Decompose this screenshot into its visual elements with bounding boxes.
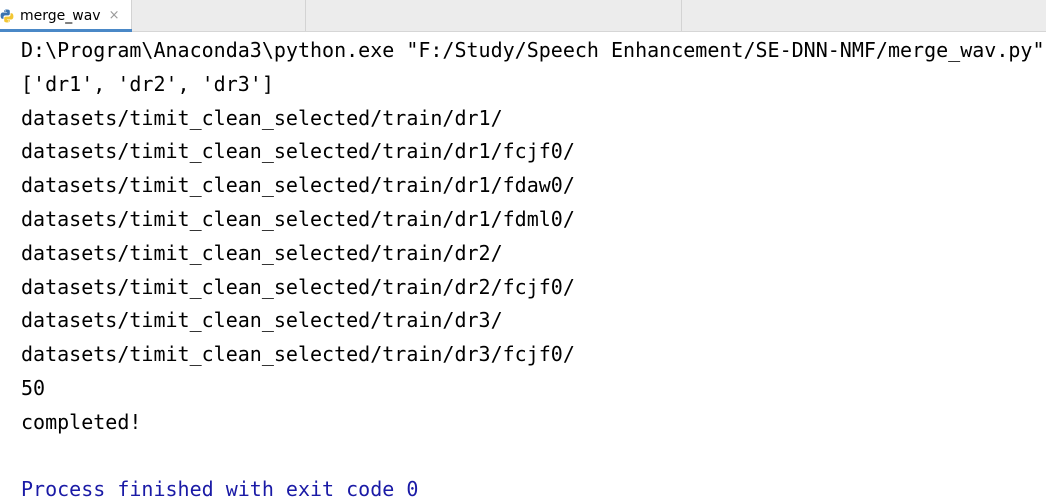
run-console-window: merge_wav × D:\Program\Anaconda3\python.… bbox=[0, 0, 1046, 504]
console-output[interactable]: D:\Program\Anaconda3\python.exe "F:/Stud… bbox=[0, 32, 1046, 504]
tab-label: merge_wav bbox=[20, 7, 101, 24]
command-line: D:\Program\Anaconda3\python.exe "F:/Stud… bbox=[21, 38, 1045, 62]
console-line: datasets/timit_clean_selected/train/dr1/… bbox=[21, 139, 575, 164]
console-line: completed! bbox=[21, 409, 142, 434]
tab-bar-divider bbox=[681, 0, 682, 31]
console-line: datasets/timit_clean_selected/train/dr1/… bbox=[21, 206, 575, 231]
console-line: datasets/timit_clean_selected/train/dr2/ bbox=[21, 240, 503, 265]
python-file-icon bbox=[0, 9, 14, 23]
tab-bar-divider bbox=[305, 0, 306, 31]
console-line: datasets/timit_clean_selected/train/dr3/… bbox=[21, 342, 575, 367]
console-line: datasets/timit_clean_selected/train/dr1/… bbox=[21, 173, 575, 198]
console-line: datasets/timit_clean_selected/train/dr3/ bbox=[21, 308, 503, 333]
console-line: datasets/timit_clean_selected/train/dr1/ bbox=[21, 105, 503, 130]
console-line: ['dr1', 'dr2', 'dr3'] bbox=[21, 71, 274, 96]
console-line: datasets/timit_clean_selected/train/dr2/… bbox=[21, 274, 575, 299]
console-line: 50 bbox=[21, 375, 46, 400]
run-tab-bar: merge_wav × bbox=[0, 0, 1046, 32]
console-lines: D:\Program\Anaconda3\python.exe "F:/Stud… bbox=[21, 34, 1045, 504]
close-icon[interactable]: × bbox=[109, 8, 120, 23]
exit-status-line: Process finished with exit code 0 bbox=[21, 477, 419, 502]
tab-merge-wav[interactable]: merge_wav × bbox=[0, 0, 132, 32]
